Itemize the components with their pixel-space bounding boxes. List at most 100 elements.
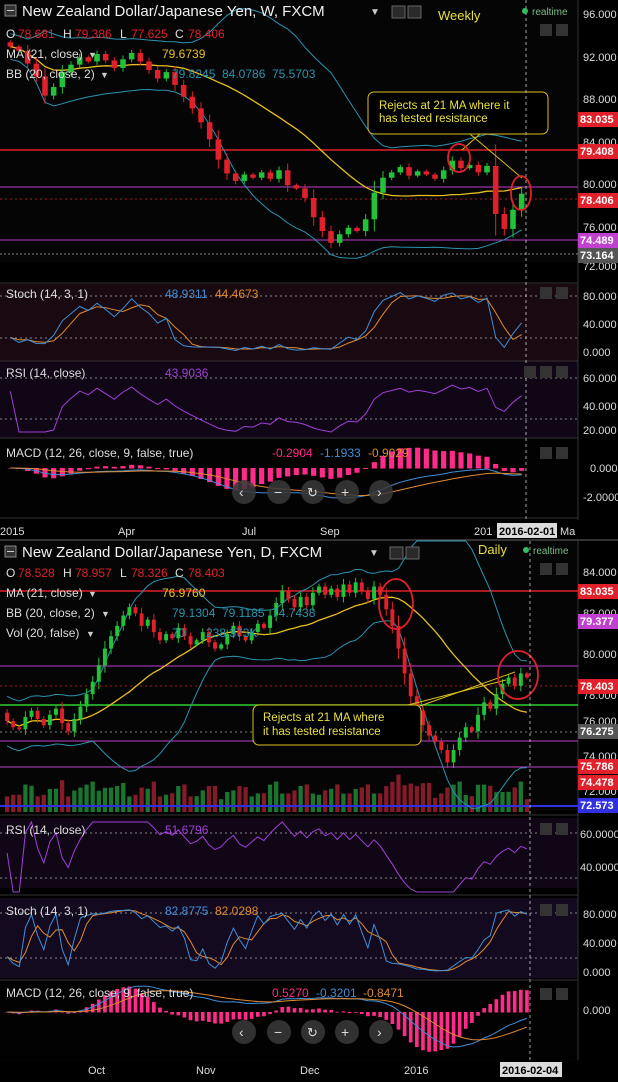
daily-title-dropdown-icon[interactable]: ▼ [369, 548, 379, 559]
weekly-rsi-label[interactable]: RSI (14, close) [6, 366, 85, 380]
weekly-rsi-tick-2: 40.000 [583, 401, 617, 413]
weekly-rsi-close-button[interactable] [556, 366, 568, 378]
weekly-stoch-up-button[interactable] [540, 287, 552, 299]
weekly-nav-back-icon[interactable] [232, 480, 256, 504]
volume-bar [255, 793, 260, 812]
macd-hist-bar [353, 1012, 358, 1013]
daily-title[interactable]: New Zealand Dollar/Japanese Yen, D, FXCM [22, 544, 322, 561]
weekly-rsi-up-button[interactable] [524, 366, 536, 378]
volume-bar [274, 781, 279, 812]
daily-bb-label[interactable]: BB (20, close, 2) [6, 606, 95, 620]
daily-ma-label[interactable]: MA (21, close) [6, 586, 83, 600]
daily-rsi-label[interactable]: RSI (14, close) [6, 823, 85, 837]
weekly-price-tick-6: 76.000 [583, 222, 617, 234]
macd-hist-bar [137, 465, 143, 469]
macd-hist-bar [347, 1012, 352, 1014]
candle-body [115, 625, 120, 637]
candle-body [402, 648, 407, 674]
weekly-o-value: 78.681 [18, 27, 55, 41]
macd-hist-bar [519, 468, 525, 471]
volume-bar [310, 793, 316, 812]
daily-macd-label[interactable]: MACD (12, 26, close, 9, false, true) [6, 986, 193, 1000]
daily-badge-3: 78.403 [580, 681, 614, 693]
candle-body [276, 170, 282, 179]
volume-bar [59, 780, 65, 812]
daily-scroll-down-button[interactable] [556, 563, 568, 575]
weekly-title[interactable]: New Zealand Dollar/Japanese Yen, W, FXCM [22, 3, 325, 20]
weekly-macd-up-button[interactable] [540, 447, 552, 459]
weekly-o-label: O [6, 27, 15, 41]
weekly-badge-4: 74.489 [580, 235, 614, 247]
macd-hist-bar [103, 466, 109, 469]
daily-close-icon[interactable] [405, 546, 420, 560]
weekly-timeframe-label: Weekly [438, 8, 481, 23]
volume-bar [163, 794, 169, 812]
weekly-time-label-3: Jul [242, 526, 256, 538]
weekly-rsi-down-button[interactable] [540, 366, 552, 378]
macd-hist-bar [304, 1009, 309, 1013]
daily-price-tick-1: 84.000 [583, 567, 617, 579]
weekly-stoch-down-button[interactable] [556, 287, 568, 299]
volume-bar [41, 794, 46, 812]
volume-bar [426, 783, 432, 812]
weekly-macd-label[interactable]: MACD (12, 26, close, 9, false, true) [6, 446, 193, 460]
daily-c-label: C [175, 566, 184, 580]
macd-hist-bar [329, 1009, 334, 1013]
weekly-stoch-label[interactable]: Stoch (14, 3, 1) [6, 287, 88, 301]
weekly-macd-down-button[interactable] [556, 447, 568, 459]
candle-body [250, 174, 256, 178]
candle-body [200, 632, 205, 641]
weekly-settings-icon[interactable] [391, 5, 406, 19]
volume-bar [90, 781, 95, 812]
daily-rsi-up-button[interactable] [540, 823, 552, 835]
volume-bar [304, 784, 309, 812]
daily-price-tick-3: 80.000 [583, 649, 617, 661]
volume-bar [286, 793, 291, 812]
volume-bar [378, 793, 383, 812]
macd-hist-bar [432, 450, 438, 469]
weekly-badge-3: 78.406 [580, 195, 614, 207]
candle-body [163, 72, 170, 79]
daily-o-label: O [6, 566, 15, 580]
macd-hist-bar [213, 1012, 217, 1024]
daily-stoch-down-button[interactable] [556, 904, 568, 916]
weekly-title-dropdown-icon[interactable]: ▼ [370, 7, 380, 18]
daily-rsi-down-button[interactable] [556, 823, 568, 835]
daily-scroll-up-button[interactable] [540, 563, 552, 575]
svg-text:‹: ‹ [239, 484, 244, 500]
daily-stoch-up-button[interactable] [540, 904, 552, 916]
volume-bar [518, 781, 523, 812]
macd-hist-bar [494, 999, 499, 1013]
daily-nav-back-icon[interactable] [232, 1020, 256, 1044]
candle-body [198, 108, 204, 123]
volume-bar [47, 789, 53, 812]
daily-annotation-line-2: it has tested resistance [263, 726, 381, 738]
weekly-ma-label[interactable]: MA (21, close) [6, 47, 83, 61]
candle-body [111, 60, 118, 68]
candle-body [335, 588, 340, 597]
volume-bar [4, 796, 10, 812]
candle-body [7, 42, 14, 47]
daily-macd-up-button[interactable] [540, 988, 552, 1000]
weekly-badge-5: 73.164 [580, 250, 615, 262]
macd-hist-bar [172, 468, 178, 472]
candle-body [501, 214, 508, 229]
daily-stoch-label[interactable]: Stoch (14, 3, 1) [6, 904, 88, 918]
daily-time-label-3: Dec [300, 1065, 320, 1077]
candle-body [494, 694, 499, 709]
daily-vol-label[interactable]: Vol (20, false) [6, 626, 79, 640]
macd-hist-bar [493, 463, 499, 469]
daily-settings-icon[interactable] [389, 546, 404, 560]
weekly-scroll-down-button[interactable] [556, 24, 568, 36]
daily-macd-down-button[interactable] [556, 988, 568, 1000]
macd-hist-bar [317, 1008, 321, 1013]
weekly-bb-label[interactable]: BB (20, close, 2) [6, 67, 95, 81]
daily-ma-value: 76.9760 [162, 586, 206, 600]
macd-hist-bar [163, 468, 169, 470]
macd-hist-bar [510, 468, 516, 473]
weekly-scroll-up-button[interactable] [540, 24, 552, 36]
volume-bar [66, 796, 71, 812]
macd-hist-bar [311, 468, 317, 476]
candle-body [328, 231, 334, 243]
weekly-close-icon[interactable] [407, 5, 422, 19]
